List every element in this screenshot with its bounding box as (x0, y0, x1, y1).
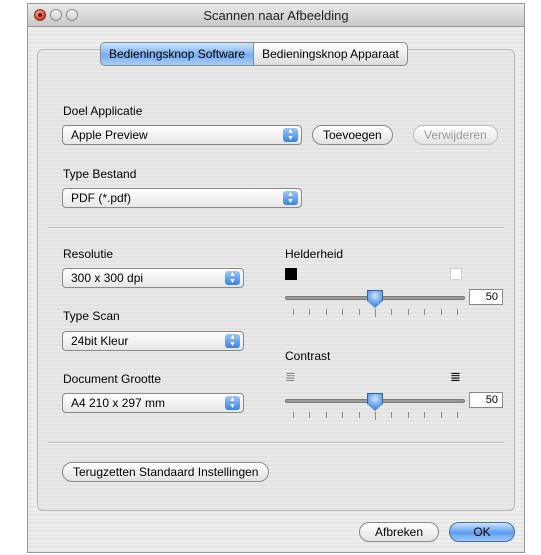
slider-tick (440, 309, 442, 315)
resolution-value: 300 x 300 dpi (71, 271, 144, 285)
low-contrast-lines-icon: ≣ (285, 369, 296, 384)
slider-tick (375, 412, 376, 420)
scan-type-value: 24bit Kleur (71, 334, 129, 348)
slider-tick (293, 412, 294, 418)
slider-tick (309, 309, 311, 315)
window-title: Scannen naar Afbeelding (203, 8, 349, 23)
slider-tick (325, 309, 327, 315)
document-size-label: Document Grootte (63, 372, 162, 386)
updown-arrows-icon: ▲ ▼ (225, 271, 240, 285)
separator (48, 227, 504, 229)
contrast-value-field[interactable]: 50 (469, 392, 503, 408)
slider-tick (309, 412, 311, 418)
slider-tick (407, 309, 409, 315)
slider-tick (342, 309, 344, 315)
slider-tick (293, 309, 294, 315)
contrast-slider-thumb[interactable] (367, 393, 383, 411)
slider-tick (358, 309, 360, 315)
slider-tick (440, 412, 442, 418)
dialog-window: Scannen naar Afbeelding Bedieningsknop S… (27, 3, 525, 553)
scan-type-popup[interactable]: 24bit Kleur ▲ ▼ (62, 331, 244, 351)
target-application-popup[interactable]: Apple Preview ▲ ▼ (62, 125, 302, 145)
ok-button[interactable]: OK (449, 522, 515, 542)
high-contrast-lines-icon: ≣ (450, 369, 461, 384)
slider-tick (325, 412, 327, 418)
slider-tick (391, 309, 393, 315)
slider-tick (375, 309, 376, 317)
file-type-label: Type Bestand (63, 167, 137, 181)
target-application-value: Apple Preview (71, 128, 148, 142)
target-application-label: Doel Applicatie (63, 104, 143, 118)
brightness-value-field[interactable]: 50 (469, 289, 503, 305)
tab-bar: Bedieningsknop Software Bedieningsknop A… (100, 42, 408, 66)
slider-tick (424, 309, 426, 315)
cancel-button[interactable]: Afbreken (359, 522, 439, 542)
slider-tick (358, 412, 360, 418)
slider-tick (407, 412, 409, 418)
document-size-value: A4 210 x 297 mm (71, 396, 166, 410)
slider-tick (342, 412, 344, 418)
settings-panel: Doel Applicatie Apple Preview ▲ ▼ Toevoeg… (37, 49, 515, 511)
reset-defaults-button[interactable]: Terugzetten Standaard Instellingen (62, 462, 270, 482)
brightness-ticks (293, 309, 458, 317)
brightness-slider-thumb[interactable] (367, 290, 383, 308)
updown-arrows-icon: ▲ ▼ (225, 334, 240, 348)
slider-tick (457, 309, 458, 315)
file-type-value: PDF (*.pdf) (71, 191, 132, 205)
white-square-icon (450, 268, 462, 280)
slider-tick (424, 412, 426, 418)
remove-application-button[interactable]: Verwijderen (413, 125, 498, 145)
contrast-label: Contrast (285, 349, 331, 363)
resolution-popup[interactable]: 300 x 300 dpi ▲ ▼ (62, 268, 244, 288)
updown-arrows-icon: ▲ ▼ (225, 396, 240, 410)
scan-type-label: Type Scan (63, 309, 120, 323)
file-type-popup[interactable]: PDF (*.pdf) ▲ ▼ (62, 188, 302, 208)
resolution-label: Resolutie (63, 247, 114, 261)
slider-tick (457, 412, 458, 418)
black-square-icon (285, 268, 297, 280)
slider-tick (391, 412, 393, 418)
separator (48, 442, 504, 444)
updown-arrows-icon: ▲ ▼ (283, 128, 298, 142)
document-size-popup[interactable]: A4 210 x 297 mm ▲ ▼ (62, 393, 244, 413)
title-bar: Scannen naar Afbeelding (28, 4, 524, 27)
tab-software-button[interactable]: Bedieningsknop Software (101, 43, 255, 65)
contrast-ticks (293, 412, 458, 420)
updown-arrows-icon: ▲ ▼ (283, 191, 298, 205)
tab-device-button[interactable]: Bedieningsknop Apparaat (254, 43, 407, 65)
brightness-label: Helderheid (285, 247, 344, 261)
add-application-button[interactable]: Toevoegen (312, 125, 393, 145)
